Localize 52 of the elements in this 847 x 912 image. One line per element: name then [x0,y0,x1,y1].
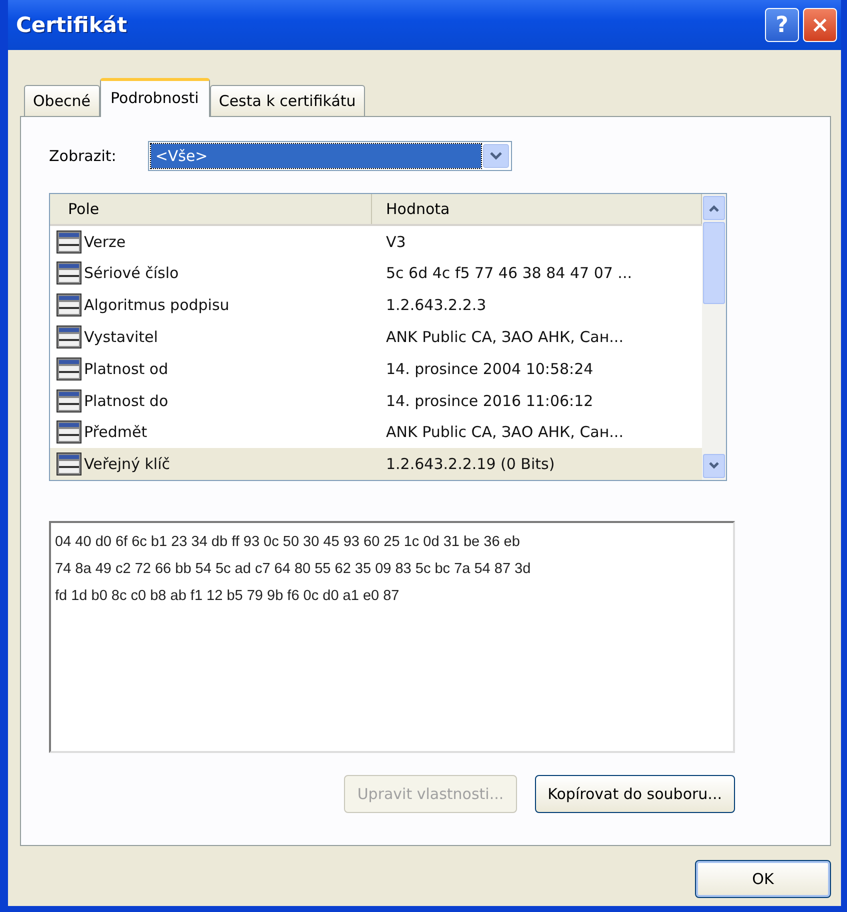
field-icon [56,230,82,254]
list-row[interactable]: Platnost od 14. prosince 2004 10:58:24 [50,352,702,385]
list-row[interactable]: Předmět ANK Public CA, ЗАО АНК, Сан... [50,416,702,448]
scroll-thumb[interactable] [703,222,725,304]
window-title: Certifikát [16,13,128,37]
hex-line: 04 40 d0 6f 6c b1 23 34 db ff 93 0c 50 30 45 93 60 25 1c 0d 31 be 36 eb [55,533,521,552]
field-icon [56,388,82,413]
field-name-cell: Sériové číslo [50,261,372,286]
value-detail-box[interactable]: 04 40 d0 6f 6c b1 23 34 db ff 93 0c 50 30 45 93 60 25 1c 0d 31 be 36 eb 74 8a 49 c2 72 66 bb 54 5c ad c7 64 80 55 62 35 09 83 5c bc 7a 54 87 3d fd 1d b0 8c c0 b8 ab f1 12 b5 79 9b f6 0c d0 a1 e0 87 [49,521,735,753]
show-dropdown[interactable]: <Vše> [148,141,512,171]
field-name-cell: Platnost do [50,388,372,413]
list-row[interactable]: Verze V3 [50,226,702,258]
dropdown-caret-icon [483,144,510,168]
column-header[interactable]: Pole [50,194,372,224]
field-name-cell: Vystavitel [50,325,372,350]
list-row[interactable]: Veřejný klíč 1.2.643.2.2.19 (0 Bits) [50,448,702,480]
field-icon [56,261,82,286]
field-name-cell: Předmět [50,420,372,444]
field-icon [56,356,82,381]
field-icon [56,452,82,476]
field-name-cell: Algoritmus podpisu [50,293,372,318]
field-value-cell-text: 1.2.643.2.2.3 [385,296,488,314]
field-name-cell: Platnost od [50,356,372,381]
field-icon [56,293,82,318]
show-label: Zobrazit: [49,147,116,165]
field-value-cell-text: ANK Public CA, ЗАО АНК, Сан... [385,328,624,346]
list-row[interactable]: Algoritmus podpisu 1.2.643.2.2.3 [50,289,702,322]
field-icon [56,420,82,444]
field-value-cell-text: 14. prosince 2004 10:58:24 [385,360,594,378]
ok-button[interactable]: OK [695,860,831,898]
hex-line: 74 8a 49 c2 72 66 bb 54 5c ad c7 64 80 55 62 35 09 83 5c bc 7a 54 87 3d [55,560,532,579]
scrollbar[interactable] [702,194,726,480]
tab[interactable]: Obecné [24,85,100,116]
scroll-up-icon[interactable] [703,196,725,220]
field-name-cell: Verze [50,230,372,254]
field-value-cell-text: 1.2.643.2.2.19 (0 Bits) [385,455,556,474]
field-icon [56,325,82,350]
help-button[interactable]: ? [765,8,799,42]
field-value-cell-text: V3 [385,232,407,251]
list-row[interactable]: Sériové číslo 5c 6d 4c f5 77 46 38 84 47 07 ... [50,258,702,290]
close-button[interactable]: × [803,8,837,42]
copy-to-file-button[interactable]: Kopírovat do souboru... [534,775,735,813]
hex-line: fd 1d b0 8c c0 b8 ab f1 12 b5 79 9b f6 0c d0 a1 e0 87 [55,587,400,606]
scroll-down-icon[interactable] [703,454,725,478]
list-row[interactable]: Vystavitel ANK Public CA, ЗАО АНК, Сан... [50,321,702,353]
field-value-cell-text: ANK Public CA, ЗАО АНК, Сан... [385,423,624,442]
field-name-cell: Veřejný klíč [50,452,372,476]
tab[interactable]: Cesta k certifikátu [210,85,365,116]
list-row[interactable]: Platnost do 14. prosince 2016 11:06:12 [50,384,702,416]
tab[interactable]: Podrobnosti [100,78,210,117]
field-value-cell-text: 14. prosince 2016 11:06:12 [385,392,594,410]
field-value-cell-text: 5c 6d 4c f5 77 46 38 84 47 07 ... [385,264,633,282]
